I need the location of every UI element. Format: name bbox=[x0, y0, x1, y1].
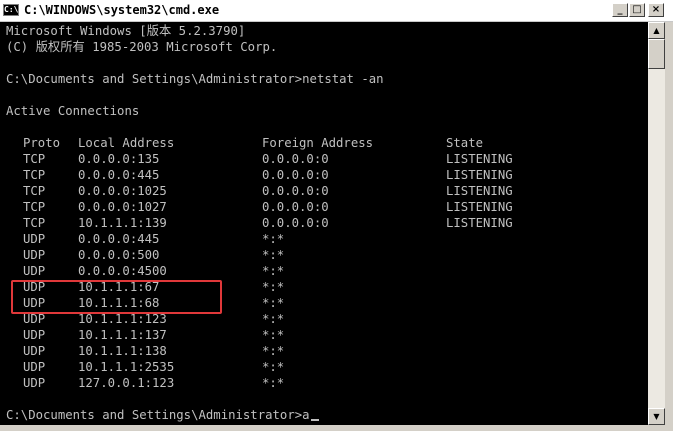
row-foreign-address: 0.0.0.0:0 bbox=[262, 200, 329, 214]
table-row: TCP 0.0.0.0:1025 0.0.0.0:0 LISTENING bbox=[6, 183, 636, 199]
table-row: UDP 127.0.0.1:123 *:* bbox=[6, 375, 636, 391]
row-proto: UDP bbox=[23, 264, 46, 278]
row-foreign-address: 0.0.0.0:0 bbox=[262, 152, 329, 166]
row-local-address: 0.0.0.0:135 bbox=[78, 152, 160, 166]
column-header-state: State bbox=[446, 136, 484, 150]
row-proto: TCP bbox=[23, 216, 46, 230]
console-output[interactable]: Microsoft Windows [版本 5.2.3790] (C) 版权所有… bbox=[0, 22, 648, 425]
prompt-line[interactable]: C:\Documents and Settings\Administrator>… bbox=[6, 407, 319, 423]
table-row: TCP 0.0.0.0:135 0.0.0.0:0 LISTENING bbox=[6, 151, 636, 167]
scroll-up-button[interactable]: ▲ bbox=[648, 22, 665, 39]
row-foreign-address: *:* bbox=[262, 360, 285, 374]
maximize-button[interactable]: □ bbox=[629, 3, 645, 17]
row-foreign-address: 0.0.0.0:0 bbox=[262, 168, 329, 182]
row-proto: UDP bbox=[23, 376, 46, 390]
table-row: UDP 10.1.1.1:2535 *:* bbox=[6, 359, 636, 375]
cmd-icon[interactable]: C:\ bbox=[3, 4, 19, 16]
table-row: TCP 0.0.0.0:445 0.0.0.0:0 LISTENING bbox=[6, 167, 636, 183]
row-local-address: 0.0.0.0:1027 bbox=[78, 200, 167, 214]
row-proto: UDP bbox=[23, 248, 46, 262]
row-state: LISTENING bbox=[446, 184, 513, 198]
row-state: LISTENING bbox=[446, 168, 513, 182]
cmd-window: C:\ C:\WINDOWS\system32\cmd.exe _ □ × Mi… bbox=[0, 0, 673, 431]
row-local-address: 0.0.0.0:445 bbox=[78, 168, 160, 182]
console-header-line: Microsoft Windows [版本 5.2.3790] bbox=[6, 24, 246, 38]
row-proto: UDP bbox=[23, 232, 46, 246]
row-foreign-address: *:* bbox=[262, 264, 285, 278]
highlight-box bbox=[11, 280, 222, 314]
vertical-scrollbar[interactable]: ▲ ▼ bbox=[648, 22, 665, 425]
command-line: C:\Documents and Settings\Administrator>… bbox=[6, 72, 384, 86]
row-proto: UDP bbox=[23, 360, 46, 374]
row-local-address: 127.0.0.1:123 bbox=[78, 376, 175, 390]
window-bottom-border bbox=[0, 425, 673, 431]
row-foreign-address: 0.0.0.0:0 bbox=[262, 216, 329, 230]
row-local-address: 10.1.1.1:2535 bbox=[78, 360, 175, 374]
row-local-address: 0.0.0.0:500 bbox=[78, 248, 160, 262]
row-foreign-address: *:* bbox=[262, 296, 285, 310]
row-foreign-address: 0.0.0.0:0 bbox=[262, 184, 329, 198]
row-foreign-address: *:* bbox=[262, 248, 285, 262]
table-row: UDP 0.0.0.0:4500 *:* bbox=[6, 263, 636, 279]
scrollbar-thumb[interactable] bbox=[648, 39, 665, 69]
row-proto: TCP bbox=[23, 168, 46, 182]
row-proto: UDP bbox=[23, 344, 46, 358]
title-bar[interactable]: C:\ C:\WINDOWS\system32\cmd.exe _ □ × bbox=[0, 0, 673, 22]
row-local-address: 10.1.1.1:137 bbox=[78, 328, 167, 342]
row-proto: UDP bbox=[23, 328, 46, 342]
row-proto: TCP bbox=[23, 184, 46, 198]
table-row: UDP 10.1.1.1:138 *:* bbox=[6, 343, 636, 359]
scroll-down-button[interactable]: ▼ bbox=[648, 408, 665, 425]
row-proto: TCP bbox=[23, 200, 46, 214]
row-local-address: 0.0.0.0:445 bbox=[78, 232, 160, 246]
column-header-proto: Proto bbox=[23, 136, 61, 150]
minimize-button[interactable]: _ bbox=[612, 3, 628, 17]
row-foreign-address: *:* bbox=[262, 376, 285, 390]
window-title: C:\WINDOWS\system32\cmd.exe bbox=[24, 3, 220, 17]
table-row: UDP 10.1.1.1:137 *:* bbox=[6, 327, 636, 343]
console-header-line: (C) 版权所有 1985-2003 Microsoft Corp. bbox=[6, 40, 278, 54]
text-cursor bbox=[310, 419, 319, 421]
row-state: LISTENING bbox=[446, 216, 513, 230]
row-foreign-address: *:* bbox=[262, 312, 285, 326]
row-foreign-address: *:* bbox=[262, 232, 285, 246]
row-proto: TCP bbox=[23, 152, 46, 166]
table-row: UDP 0.0.0.0:500 *:* bbox=[6, 247, 636, 263]
row-state: LISTENING bbox=[446, 200, 513, 214]
section-title: Active Connections bbox=[6, 104, 140, 118]
row-foreign-address: *:* bbox=[262, 328, 285, 342]
table-row: TCP 10.1.1.1:139 0.0.0.0:0 LISTENING bbox=[6, 215, 636, 231]
row-local-address: 10.1.1.1:139 bbox=[78, 216, 167, 230]
row-local-address: 10.1.1.1:138 bbox=[78, 344, 167, 358]
column-header-local-address: Local Address bbox=[78, 136, 175, 150]
table-row: UDP 0.0.0.0:445 *:* bbox=[6, 231, 636, 247]
row-local-address: 0.0.0.0:1025 bbox=[78, 184, 167, 198]
table-row: TCP 0.0.0.0:1027 0.0.0.0:0 LISTENING bbox=[6, 199, 636, 215]
prompt-text: C:\Documents and Settings\Administrator>… bbox=[6, 408, 310, 422]
row-local-address: 0.0.0.0:4500 bbox=[78, 264, 167, 278]
table-header: Proto Local Address Foreign Address Stat… bbox=[6, 135, 636, 151]
row-foreign-address: *:* bbox=[262, 280, 285, 294]
row-state: LISTENING bbox=[446, 152, 513, 166]
row-foreign-address: *:* bbox=[262, 344, 285, 358]
close-button[interactable]: × bbox=[648, 3, 664, 17]
column-header-foreign-address: Foreign Address bbox=[262, 136, 374, 150]
